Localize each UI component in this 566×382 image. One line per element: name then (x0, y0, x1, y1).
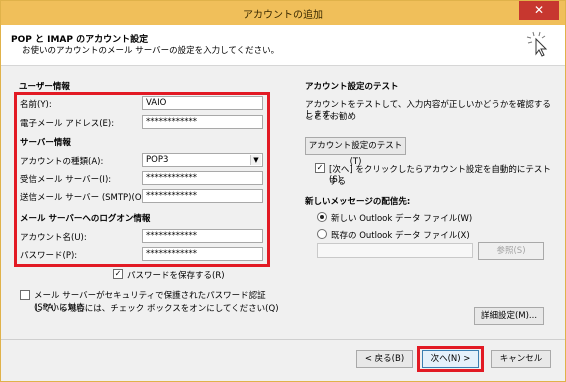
footer-separator (1, 339, 565, 340)
dialog-header: POP と IMAP のアカウント設定 お使いのアカウントのメール サーバーの設… (1, 25, 565, 66)
auto-test-label-line1: [次へ] をクリックしたらアカウント設定を自動的にテストする (329, 165, 551, 187)
account-type-label: アカウントの種類(A): (20, 157, 104, 167)
user-info-title: ユーザー情報 (19, 82, 70, 92)
server-info-title: サーバー情報 (20, 138, 71, 148)
account-dialog: アカウントの追加 ✕ POP と IMAP のアカウント設定 お使いのアカウント… (0, 0, 566, 382)
account-type-value: POP3 (146, 155, 169, 165)
delivery-title: 新しいメッセージの配信先: (305, 197, 411, 207)
incoming-server-label: 受信メール サーバー(I): (20, 175, 112, 185)
data-file-path-field[interactable] (317, 243, 473, 258)
remember-password-label: パスワードを保存する(R) (127, 271, 225, 281)
auto-test-label-line2: (S) (329, 175, 342, 185)
new-data-file-label: 新しい Outlook データ ファイル(W) (331, 214, 473, 224)
outgoing-server-field[interactable]: ************ (142, 189, 263, 203)
auto-test-checkbox[interactable]: ✓ (315, 163, 325, 173)
name-label: 名前(Y): (20, 100, 52, 110)
remember-password-checkbox[interactable]: ✓ (113, 269, 123, 279)
chevron-down-icon[interactable]: ▼ (250, 155, 261, 165)
spa-checkbox[interactable] (20, 290, 30, 300)
email-field[interactable]: ************ (142, 115, 263, 129)
account-name-label: アカウント名(U): (20, 233, 87, 243)
cancel-button[interactable]: キャンセル (491, 350, 551, 368)
test-settings-button[interactable]: アカウント設定のテスト(T) (305, 137, 406, 167)
test-description-line2: します。 (305, 110, 339, 120)
test-description-line1: アカウントをテストして、入力内容が正しいかどうかを確認することをお勧め (305, 100, 551, 122)
password-field[interactable]: ************ (142, 247, 263, 261)
existing-data-file-radio[interactable] (317, 229, 327, 239)
password-label: パスワード(P): (20, 251, 78, 261)
title-bar: アカウントの追加 ✕ (1, 1, 565, 25)
existing-data-file-label: 既存の Outlook データ ファイル(X) (331, 231, 470, 241)
cursor-click-icon (526, 31, 548, 57)
account-name-field[interactable]: ************ (142, 229, 263, 243)
header-subtitle: お使いのアカウントのメール サーバーの設定を入力してください。 (22, 46, 280, 56)
name-field[interactable]: VAIO (142, 96, 263, 110)
outgoing-server-label: 送信メール サーバー (SMTP)(O): (20, 193, 148, 203)
back-button[interactable]: < 戻る(B) (356, 350, 413, 368)
logon-info-title: メール サーバーへのログオン情報 (20, 214, 151, 224)
email-label: 電子メール アドレス(E): (20, 119, 115, 129)
test-settings-title: アカウント設定のテスト (305, 82, 399, 92)
browse-button[interactable]: 参照(S) (478, 242, 544, 260)
window-title: アカウントの追加 (243, 10, 323, 21)
more-settings-button[interactable]: 詳細設定(M)... (474, 307, 544, 325)
close-button[interactable]: ✕ (519, 1, 559, 20)
next-highlight-box (417, 346, 484, 372)
new-data-file-radio[interactable] (317, 212, 327, 222)
spa-label-line2: している場合には、チェック ボックスをオンにしてください(Q) (34, 304, 279, 314)
incoming-server-field[interactable]: ************ (142, 171, 263, 185)
account-type-select[interactable]: POP3 ▼ (142, 153, 263, 167)
